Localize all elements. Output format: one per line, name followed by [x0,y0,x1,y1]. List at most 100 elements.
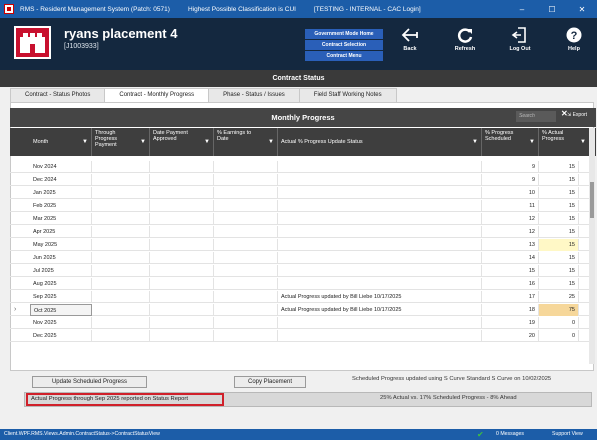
cell-actual[interactable]: 15 [539,187,579,199]
cell-status [278,226,482,238]
cell-scheduled: 15 [482,265,539,277]
table-row-selected[interactable]: › Oct 2025 Actual Progress updated by Bi… [10,304,590,316]
contract-selection-button[interactable]: Contract Selection [305,40,383,50]
cell-actual[interactable]: 15 [539,226,579,238]
cell-actual[interactable]: 0 [539,330,579,342]
checkmark-icon: ✔ [477,430,484,439]
cell-status [278,252,482,264]
search-input[interactable]: Search [516,111,556,122]
window-titlebar: RMS - Resident Management System (Patch:… [0,0,597,18]
view-path: Client.WPF.RMS.Views.Admin.ContractStatu… [4,431,160,437]
filter-icon[interactable]: ▼ [580,139,586,145]
tab-monthly-progress[interactable]: Contract - Monthly Progress [104,88,210,102]
col-through-progress-payment[interactable]: Through Progress Payment ▼ [92,128,150,156]
logout-button[interactable]: Log Out [500,24,540,64]
cell-actual[interactable]: 75 [539,304,579,316]
contract-menu-button[interactable]: Contract Menu [305,51,383,61]
cell-actual[interactable]: 15 [539,278,579,290]
cell-scheduled: 16 [482,278,539,290]
messages-button[interactable]: 0 Messages [496,429,524,440]
cell-status [278,161,482,173]
cell-actual[interactable]: 0 [539,317,579,329]
filter-icon[interactable]: ▼ [204,139,210,145]
table-row[interactable]: Mar 2025 12 15 [10,213,590,225]
section-title: Contract Status [0,70,597,87]
update-scheduled-progress-button[interactable]: Update Scheduled Progress [32,376,147,388]
col-progress-scheduled[interactable]: % Progress Scheduled ▼ [482,128,539,156]
export-button[interactable]: ⇲ Export [567,112,587,118]
tab-bar: Contract - Status Photos Contract - Mont… [10,88,397,102]
svg-text:?: ? [571,30,578,42]
cell-actual[interactable]: 25 [539,291,579,303]
table-row[interactable]: Feb 2025 11 15 [10,200,590,212]
table-row[interactable]: Jun 2025 14 15 [10,252,590,264]
cell-actual[interactable]: 15 [539,161,579,173]
cell-status [278,174,482,186]
cell-actual[interactable]: 15 [539,213,579,225]
cell-scheduled: 20 [482,330,539,342]
table-row[interactable]: Apr 2025 12 15 [10,226,590,238]
cell-month: Jun 2025 [30,252,92,264]
col-earnings-to-date[interactable]: % Earnings to Date ▼ [214,128,278,156]
status-bar: Client.WPF.RMS.Views.Admin.ContractStatu… [0,429,597,440]
tab-status-photos[interactable]: Contract - Status Photos [10,88,106,102]
table-row[interactable]: Dec 2024 9 15 [10,174,590,186]
col-month[interactable]: Month ▼ [30,128,92,156]
cell-status [278,265,482,277]
minimize-button[interactable]: – [507,5,537,14]
cell-scheduled: 19 [482,317,539,329]
scrollbar-thumb[interactable] [590,182,594,218]
tab-field-staff-notes[interactable]: Field Staff Working Notes [298,88,397,102]
vertical-scrollbar[interactable] [589,128,595,364]
filter-icon[interactable]: ▼ [140,139,146,145]
cell-actual[interactable]: 15 [539,200,579,212]
grid-title: Monthly Progress [10,108,596,127]
table-row[interactable]: Dec 2025 20 0 [10,330,590,342]
cell-scheduled: 12 [482,213,539,225]
refresh-button[interactable]: Refresh [445,24,485,64]
row-selector-icon: › [14,306,17,313]
help-button[interactable]: ? Help [554,24,594,64]
table-row[interactable]: Jan 2025 10 15 [10,187,590,199]
cell-actual[interactable]: 15 [539,239,579,251]
filter-icon[interactable]: ▼ [472,139,478,145]
filter-icon[interactable]: ▼ [268,139,274,145]
refresh-icon [457,28,473,43]
cell-month: Feb 2025 [30,200,92,212]
close-window-button[interactable]: ✕ [567,5,597,14]
filter-icon[interactable]: ▼ [82,139,88,145]
table-row[interactable]: Aug 2025 16 15 [10,278,590,290]
table-row[interactable]: May 2025 13 15 [10,239,590,251]
cell-actual[interactable]: 15 [539,265,579,277]
cell-month: Aug 2025 [30,278,92,290]
cell-month: Dec 2024 [30,174,92,186]
logout-icon [511,27,526,43]
cell-scheduled: 10 [482,187,539,199]
table-row[interactable]: Nov 2025 19 0 [10,317,590,329]
table-row[interactable]: Nov 2024 9 15 [10,161,590,173]
back-button[interactable]: Back [390,24,430,64]
cell-month: Oct 2025 [30,304,92,316]
cell-actual[interactable]: 15 [539,174,579,186]
filter-icon[interactable]: ▼ [529,139,535,145]
table-row[interactable]: Jul 2025 15 15 [10,265,590,277]
project-id: [J1003933] [64,43,99,50]
cell-scheduled: 14 [482,252,539,264]
maximize-button[interactable]: ☐ [537,5,567,14]
table-row[interactable]: Sep 2025 Actual Progress updated by Bill… [10,291,590,303]
cell-month: Sep 2025 [30,291,92,303]
tab-phase-status-issues[interactable]: Phase - Status / Issues [208,88,300,102]
cell-month: Nov 2024 [30,161,92,173]
cell-month: Jul 2025 [30,265,92,277]
cell-actual[interactable]: 15 [539,252,579,264]
cell-scheduled: 12 [482,226,539,238]
cell-status [278,239,482,251]
col-date-payment-approved[interactable]: Date Payment Approved ▼ [150,128,214,156]
support-view-button[interactable]: Support View [552,429,583,440]
gov-mode-home-button[interactable]: Government Mode Home [305,29,383,39]
col-actual-progress[interactable]: % Actual Progress ▼ [539,128,590,156]
copy-placement-button[interactable]: Copy Placement [234,376,306,388]
cell-status [278,213,482,225]
col-progress-update-status[interactable]: Actual % Progress Update Status ▼ [278,128,482,156]
cell-scheduled: 9 [482,174,539,186]
